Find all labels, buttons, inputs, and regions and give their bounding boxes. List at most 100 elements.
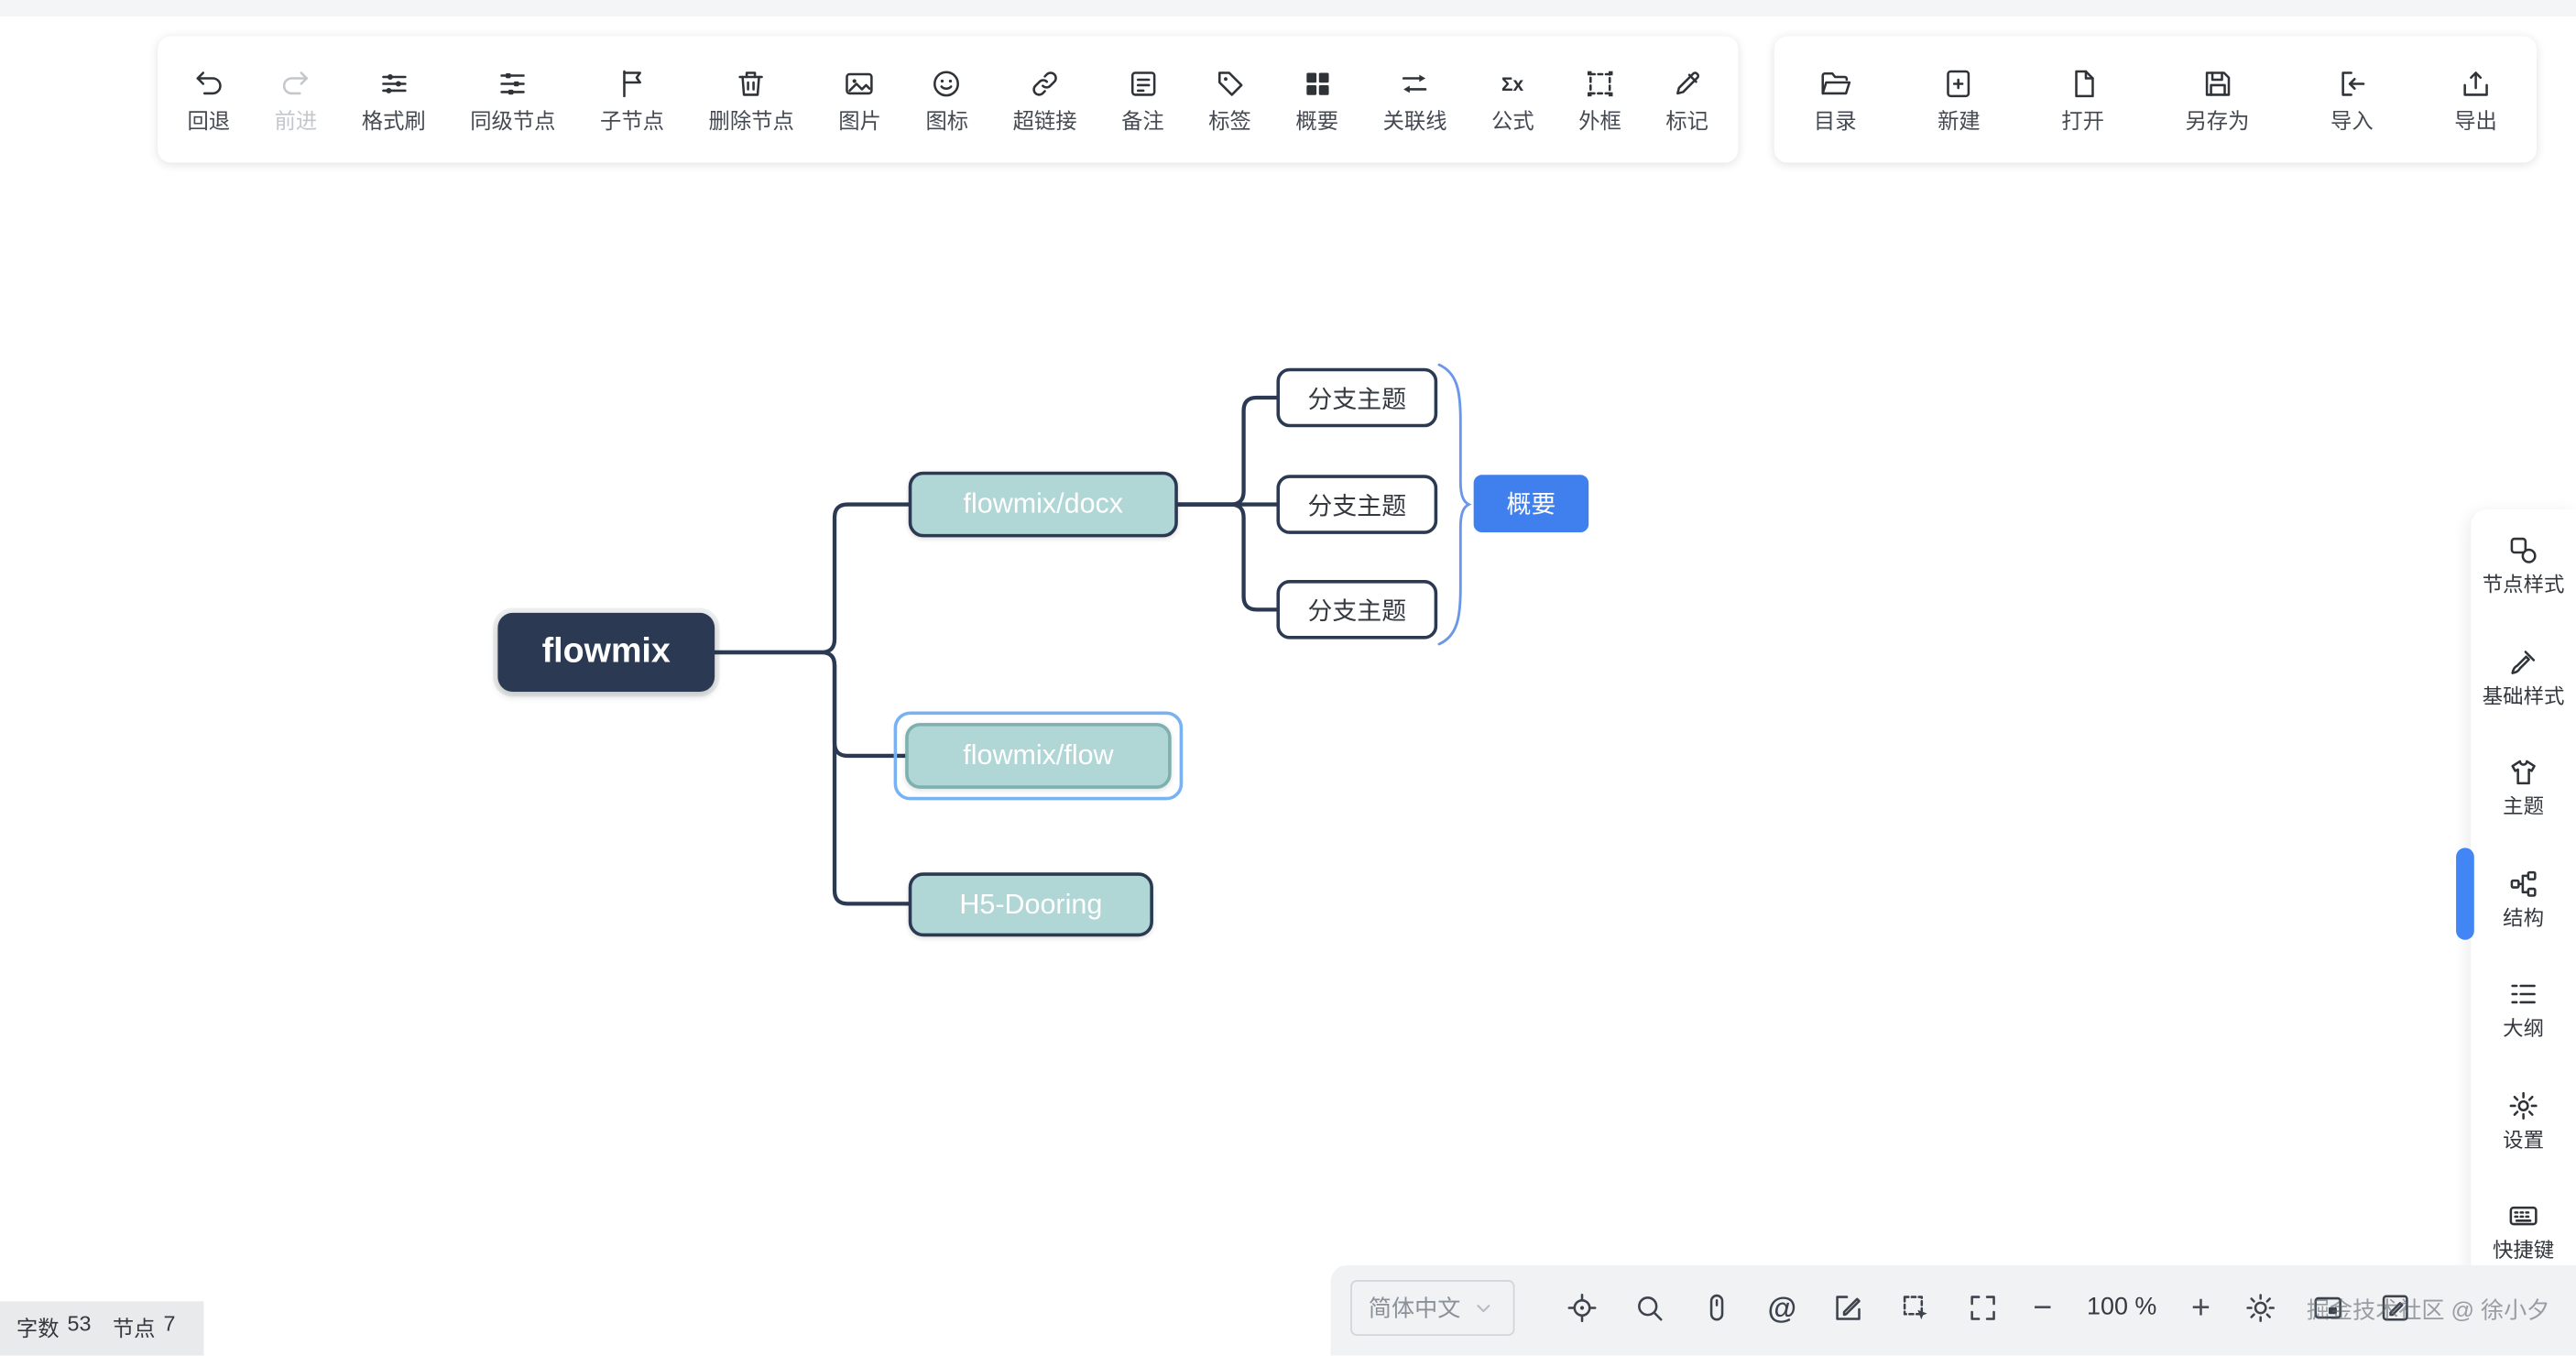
outer-frame-button[interactable]: 外框 (1578, 68, 1621, 132)
node-h5-dooring[interactable]: H5-Dooring (909, 872, 1153, 936)
icon-library-label: 图标 (925, 110, 968, 131)
minimap-icon (2312, 1291, 2345, 1324)
undo-label: 回退 (187, 110, 230, 131)
sidebar-item-base-style[interactable]: 基础样式 (2471, 620, 2576, 731)
branch-node-1[interactable]: 分支主题 (1276, 368, 1437, 428)
base-style-icon (2507, 645, 2540, 678)
active-sidebar-indicator (2456, 848, 2474, 939)
image-button[interactable]: 图片 (838, 68, 881, 132)
status-bar: 字数 53 节点 7 (0, 1301, 203, 1355)
export-label: 导出 (2454, 110, 2497, 131)
image-icon (844, 68, 877, 101)
child-node-button[interactable]: 子节点 (600, 68, 664, 132)
bottom-toolbar: 简体中文 @ − 100 % + (1331, 1265, 2576, 1356)
relation-line-button[interactable]: 关联线 (1383, 68, 1447, 132)
tag-button[interactable]: 标签 (1208, 68, 1251, 132)
summary-label: 概要 (1295, 110, 1338, 131)
sidebar-item-label: 大纲 (2503, 1019, 2544, 1039)
delete-node-button[interactable]: 删除节点 (709, 68, 794, 132)
language-value: 简体中文 (1369, 1291, 1460, 1324)
locate-icon (1566, 1291, 1599, 1324)
new-button[interactable]: 新建 (1937, 68, 1981, 132)
settings-icon (2507, 1088, 2540, 1121)
format-painter-button[interactable]: 格式刷 (362, 68, 426, 132)
relation-line-icon (1399, 68, 1432, 101)
appearance-button[interactable] (2245, 1291, 2278, 1324)
summary-button[interactable]: 概要 (1295, 68, 1338, 132)
node-flowmix-flow[interactable]: flowmix/flow (905, 723, 1172, 789)
svg-text:Σx: Σx (1501, 74, 1524, 95)
icon-library-button[interactable]: 图标 (925, 68, 968, 132)
node-flowmix-docx[interactable]: flowmix/docx (909, 472, 1178, 538)
mouse-mode-button[interactable] (1700, 1291, 1733, 1324)
mindmap-connectors (0, 0, 2576, 1356)
directory-button[interactable]: 目录 (1814, 68, 1857, 132)
language-select[interactable]: 简体中文 (1350, 1279, 1514, 1335)
redo-button[interactable]: 前进 (275, 68, 318, 132)
note-label: 备注 (1121, 110, 1164, 131)
sidebar-item-outline[interactable]: 大纲 (2471, 953, 2576, 1064)
annotate-button[interactable] (1831, 1291, 1864, 1324)
watermark-edit-icon (2380, 1291, 2413, 1324)
mindmap-root-node[interactable]: flowmix (497, 613, 715, 692)
format-painter-icon (377, 68, 410, 101)
app-window: flowmix flowmix/docx flowmix/flow H5-Doo… (0, 0, 2576, 1356)
sidebar-item-label: 基础样式 (2483, 686, 2565, 706)
formula-icon: Σx (1496, 68, 1529, 101)
child-node-label: 子节点 (600, 110, 664, 131)
mark-button[interactable]: 标记 (1665, 68, 1708, 132)
search-button[interactable] (1633, 1291, 1666, 1324)
branch-node-2[interactable]: 分支主题 (1276, 475, 1437, 534)
new-label: 新建 (1937, 110, 1981, 131)
outer-frame-icon (1584, 68, 1617, 101)
directory-label: 目录 (1814, 110, 1857, 131)
note-icon (1126, 68, 1159, 101)
zoom-out-button[interactable]: − (2033, 1291, 2052, 1324)
child-node-icon (616, 68, 649, 101)
tag-label: 标签 (1208, 110, 1251, 131)
file-toolbar: 目录 新建 打开 另存为 导入 导出 (1774, 36, 2537, 162)
select-area-button[interactable] (1898, 1291, 1931, 1324)
save-as-button[interactable]: 另存为 (2185, 68, 2249, 132)
word-count-value: 53 (68, 1311, 92, 1336)
right-sidebar: 节点样式 基础样式 主题 结构 大纲 设置 快捷键 (2471, 509, 2576, 1286)
open-button[interactable]: 打开 (2061, 68, 2104, 132)
formula-label: 公式 (1491, 110, 1534, 131)
minimap-button[interactable] (2312, 1291, 2345, 1324)
redo-label: 前进 (275, 110, 318, 131)
new-file-icon (1942, 68, 1975, 101)
formula-button[interactable]: Σx 公式 (1491, 68, 1534, 132)
sidebar-item-label: 设置 (2503, 1130, 2544, 1150)
relation-line-label: 关联线 (1383, 110, 1447, 131)
summary-node[interactable]: 概要 (1474, 475, 1589, 532)
sidebar-item-theme[interactable]: 主题 (2471, 731, 2576, 842)
hyperlink-button[interactable]: 超链接 (1013, 68, 1077, 132)
sidebar-item-structure[interactable]: 结构 (2471, 842, 2576, 953)
watermark-button[interactable] (2380, 1291, 2413, 1324)
outer-frame-label: 外框 (1578, 110, 1621, 131)
main-toolbar: 回退 前进 格式刷 同级节点 子节点 删除节点 图片 图标 (158, 36, 1738, 162)
mouse-icon (1700, 1291, 1733, 1324)
outline-icon (2507, 978, 2540, 1011)
undo-button[interactable]: 回退 (187, 68, 230, 132)
sidebar-item-label: 结构 (2503, 908, 2544, 928)
open-label: 打开 (2061, 110, 2104, 131)
zoom-in-button[interactable]: + (2191, 1291, 2210, 1324)
delete-node-icon (735, 68, 768, 101)
export-button[interactable]: 导出 (2454, 68, 2497, 132)
fit-screen-icon (1966, 1291, 1999, 1324)
locate-button[interactable] (1566, 1291, 1599, 1324)
branch-node-3[interactable]: 分支主题 (1276, 580, 1437, 640)
sidebar-item-label: 节点样式 (2483, 575, 2565, 596)
sidebar-item-node-style[interactable]: 节点样式 (2471, 509, 2576, 620)
fit-screen-button[interactable] (1966, 1291, 1999, 1324)
search-icon (1633, 1291, 1666, 1324)
mention-button[interactable]: @ (1768, 1292, 1796, 1321)
sibling-node-button[interactable]: 同级节点 (470, 68, 555, 132)
image-label: 图片 (838, 110, 881, 131)
import-button[interactable]: 导入 (2330, 68, 2374, 132)
format-painter-label: 格式刷 (362, 110, 426, 131)
note-button[interactable]: 备注 (1121, 68, 1164, 132)
node-style-icon (2507, 534, 2540, 567)
sidebar-item-settings[interactable]: 设置 (2471, 1064, 2576, 1175)
